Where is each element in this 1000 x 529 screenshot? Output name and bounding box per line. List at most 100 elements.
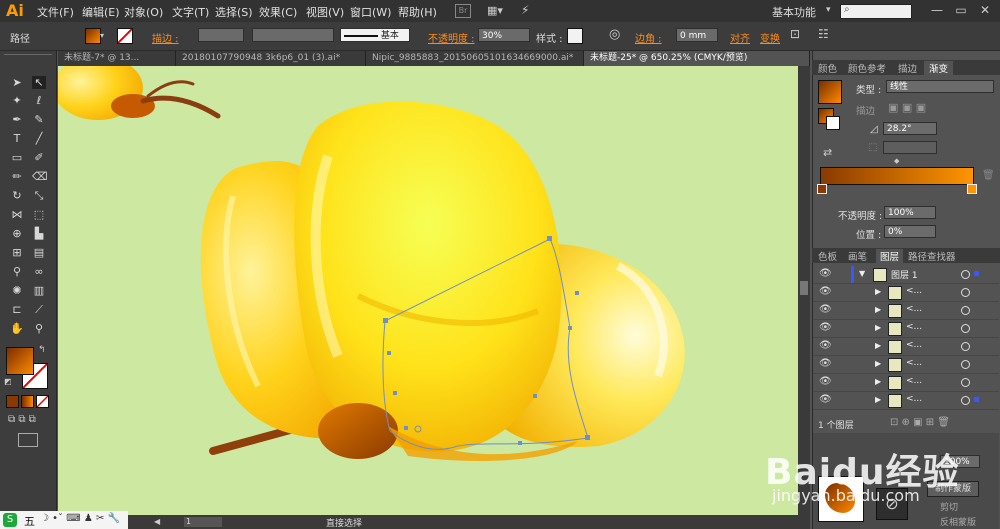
selection-tool-icon[interactable]: ➤: [10, 76, 24, 89]
tab-color-guide[interactable]: 颜色参考: [848, 61, 886, 75]
layer-row[interactable]: 👁 ▶ <...: [813, 356, 999, 374]
layer-row[interactable]: 👁 ▶ <...: [813, 338, 999, 356]
direct-selection-tool-icon[interactable]: ↖: [32, 76, 46, 89]
tab-document-2[interactable]: 20180107790948 3k6p6_01 (3).ai*: [176, 51, 366, 66]
screen-mode-icon[interactable]: [18, 433, 38, 447]
expand-triangle-icon[interactable]: ▶: [875, 359, 881, 368]
layer-footer-icons[interactable]: ⊡ ⊕ ▣ ⊞ 🗑: [890, 417, 950, 428]
tab-color[interactable]: 颜色: [818, 61, 837, 75]
target-circle-icon[interactable]: [961, 306, 970, 315]
sublayer-name[interactable]: <...: [906, 376, 922, 386]
stroke-style-field[interactable]: 基本: [340, 28, 410, 42]
curvature-tool-icon[interactable]: ✎: [32, 113, 46, 126]
eye-icon[interactable]: 👁: [819, 340, 832, 351]
artboard-nav-icon[interactable]: ◀: [154, 517, 160, 526]
sublayer-name[interactable]: <...: [906, 394, 922, 404]
sublayer-name[interactable]: <...: [906, 358, 922, 368]
shape-builder-tool-icon[interactable]: ⊕: [10, 227, 24, 240]
menu-help[interactable]: 帮助(H): [398, 4, 437, 20]
tab-brushes[interactable]: 画笔: [848, 249, 867, 263]
reverse-gradient-icon[interactable]: ⇄: [823, 146, 832, 159]
eye-icon[interactable]: 👁: [819, 358, 832, 369]
line-tool-icon[interactable]: ╱: [32, 132, 46, 145]
free-transform-tool-icon[interactable]: ⬚: [32, 208, 46, 221]
target-circle-icon[interactable]: [961, 288, 970, 297]
zoom-tool-icon[interactable]: ⚲: [32, 322, 46, 335]
butterfly-artwork[interactable]: [58, 66, 798, 515]
graph-tool-icon[interactable]: ▥: [32, 284, 46, 297]
chevron-down-icon[interactable]: ▾: [100, 31, 104, 40]
align-link[interactable]: 对齐: [730, 30, 750, 45]
artboard-canvas[interactable]: [58, 66, 798, 515]
tab-document-1[interactable]: 未标题-7* @ 13...: [58, 51, 176, 66]
stroke-weight-field[interactable]: [198, 28, 244, 42]
menu-view[interactable]: 视图(V): [306, 4, 344, 20]
sublayer-name[interactable]: <...: [906, 340, 922, 350]
corner-label[interactable]: 边角 :: [635, 30, 662, 45]
ime-logo-icon[interactable]: S: [3, 513, 17, 527]
gpu-icon[interactable]: ⚡: [521, 3, 529, 17]
eye-icon[interactable]: 👁: [819, 268, 832, 279]
symbol-sprayer-icon[interactable]: ✺: [10, 284, 24, 297]
clip-checkbox[interactable]: 剪切: [940, 500, 958, 513]
target-circle-icon[interactable]: [961, 270, 970, 279]
tab-swatches[interactable]: 色板: [818, 249, 837, 263]
gradient-slider-bar[interactable]: [820, 167, 974, 185]
gradient-preview-swatch[interactable]: [818, 80, 842, 104]
gradient-tool-icon[interactable]: ▤: [32, 246, 46, 259]
eraser-tool-icon[interactable]: ⌫: [32, 170, 48, 183]
perspective-grid-icon[interactable]: ▙: [32, 227, 46, 240]
search-input[interactable]: ⌕: [840, 4, 912, 19]
slice-tool-icon[interactable]: ⟋: [32, 303, 46, 316]
gradient-angle-field[interactable]: 28.2°: [883, 122, 937, 135]
menu-window[interactable]: 窗口(W): [350, 4, 391, 20]
menu-effect[interactable]: 效果(C): [259, 4, 297, 20]
fill-swatch[interactable]: [85, 28, 101, 44]
gradient-location-field[interactable]: 0%: [884, 225, 936, 238]
target-circle-icon[interactable]: [961, 342, 970, 351]
menu-type[interactable]: 文字(T): [172, 4, 209, 20]
sublayer-name[interactable]: <...: [906, 322, 922, 332]
layer-name[interactable]: 图层 1: [891, 268, 918, 281]
gradient-mode-button[interactable]: [21, 395, 34, 408]
transform-link[interactable]: 变换: [760, 30, 780, 45]
gradient-type-select[interactable]: 线性: [886, 80, 994, 93]
tab-gradient[interactable]: 渐变: [924, 61, 954, 75]
variable-width-field[interactable]: [252, 28, 334, 42]
chevron-down-icon[interactable]: ▾: [826, 5, 831, 15]
minimize-button[interactable]: —: [928, 3, 946, 17]
width-tool-icon[interactable]: ⋈: [10, 208, 24, 221]
layer-row[interactable]: 👁 ▶ <...: [813, 320, 999, 338]
type-tool-icon[interactable]: T: [10, 132, 24, 145]
graphic-style-swatch[interactable]: [567, 28, 583, 44]
blend-tool-icon[interactable]: ∞: [32, 265, 46, 278]
expand-triangle-icon[interactable]: ▶: [875, 341, 881, 350]
color-mode-button[interactable]: [6, 395, 19, 408]
tab-document-active[interactable]: 未标题-25* @ 650.25% (CMYK/预览): [584, 51, 810, 66]
arrange-documents-icon[interactable]: ▦▾: [487, 4, 503, 17]
pencil-tool-icon[interactable]: ✏: [10, 170, 24, 183]
eye-icon[interactable]: 👁: [819, 376, 832, 387]
ime-mode-label[interactable]: 五: [24, 513, 35, 529]
target-circle-icon[interactable]: [961, 396, 970, 405]
pen-tool-icon[interactable]: ✒: [10, 113, 24, 126]
lasso-tool-icon[interactable]: ℓ: [32, 94, 46, 107]
sublayer-name[interactable]: <...: [906, 286, 922, 296]
target-circle-icon[interactable]: [961, 378, 970, 387]
fill-color-box-front[interactable]: [6, 347, 34, 375]
expand-triangle-icon[interactable]: ▶: [875, 305, 881, 314]
ime-tools-icons[interactable]: ☽ •ˇ ⌨ ♟ ✂ 🔧: [40, 513, 120, 524]
tab-document-3[interactable]: Nipic_9885883_20150605101634669000.ai*: [366, 51, 584, 66]
scale-tool-icon[interactable]: ⤡: [32, 189, 46, 202]
draw-mode-icon[interactable]: ⧉ ⧉ ⧉: [8, 414, 36, 425]
swap-colors-icon[interactable]: ↰: [38, 345, 46, 355]
stroke-label[interactable]: 描边 :: [152, 30, 179, 45]
eye-icon[interactable]: 👁: [819, 322, 832, 333]
expand-triangle-icon[interactable]: ▶: [875, 287, 881, 296]
gradient-stroke-box[interactable]: [826, 116, 840, 130]
gradient-aspect-field[interactable]: [883, 141, 937, 154]
menu-object[interactable]: 对象(O): [124, 4, 163, 20]
layer-row[interactable]: 👁 ▶ <...: [813, 374, 999, 392]
expand-triangle-icon[interactable]: ▼: [859, 269, 865, 278]
gradient-opacity-field[interactable]: 100%: [884, 206, 936, 219]
